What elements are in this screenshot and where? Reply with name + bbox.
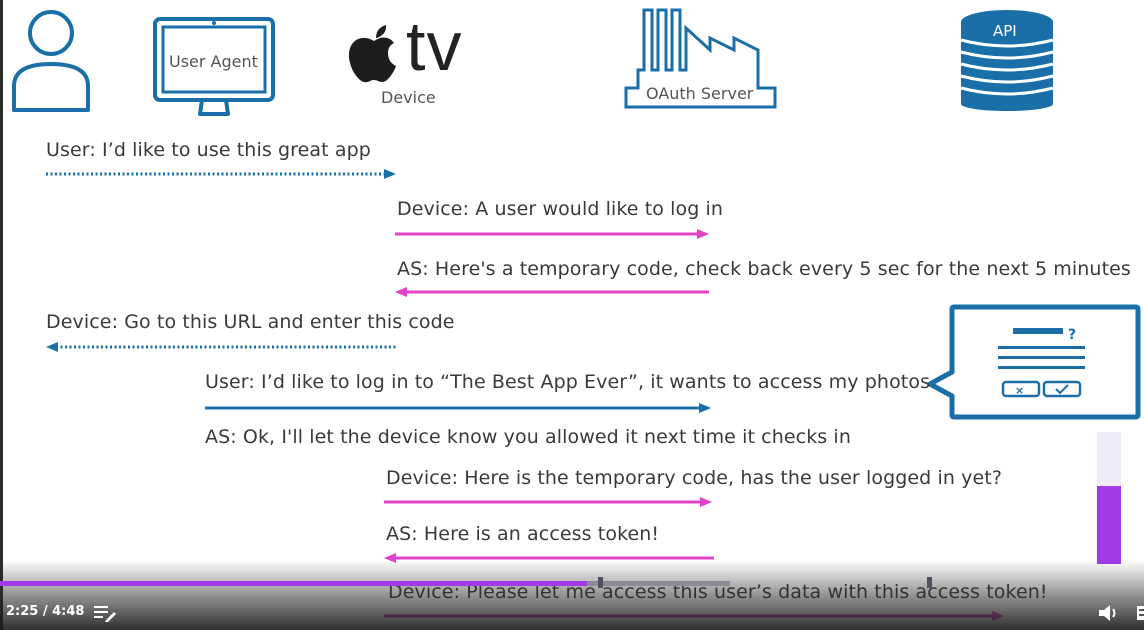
arrow-device-poll bbox=[384, 496, 714, 508]
apple-logo-icon bbox=[348, 25, 396, 83]
message-as-temp-code: AS: Here's a temporary code, check back … bbox=[397, 258, 1131, 280]
oauth-server-actor: OAuth Server bbox=[622, 0, 782, 112]
user-agent-actor: User Agent bbox=[152, 0, 278, 120]
user-agent-label: User Agent bbox=[169, 52, 258, 71]
video-left-border bbox=[0, 0, 3, 630]
login-form-icon: ? × bbox=[927, 304, 1141, 420]
arrow-user-to-device bbox=[46, 168, 398, 180]
arrow-device-to-as bbox=[395, 228, 711, 240]
arrow-as-token bbox=[384, 552, 716, 564]
message-user-request: User: I’d like to use this great app bbox=[46, 139, 371, 161]
volume-level-fill bbox=[1097, 486, 1121, 564]
arrow-device-to-api bbox=[384, 610, 1006, 622]
volume-slider[interactable] bbox=[1097, 432, 1121, 564]
arrow-user-to-as bbox=[205, 402, 713, 414]
settings-icon[interactable] bbox=[1137, 604, 1144, 626]
login-form-card: ? × bbox=[926, 304, 1142, 426]
message-as-token: AS: Here is an access token! bbox=[386, 523, 660, 545]
arrow-as-to-device bbox=[395, 286, 711, 298]
svg-text:?: ? bbox=[1068, 327, 1076, 343]
user-actor bbox=[10, 0, 92, 112]
message-device-go-url: Device: Go to this URL and enter this co… bbox=[46, 311, 455, 333]
time-display: 2:25 / 4:48 bbox=[6, 604, 85, 619]
message-user-login: User: I’d like to log in to “The Best Ap… bbox=[205, 371, 931, 393]
chapter-marker bbox=[598, 577, 603, 588]
arrow-device-to-user bbox=[46, 341, 398, 353]
message-device-poll: Device: Here is the temporary code, has … bbox=[386, 467, 1003, 489]
playlist-icon[interactable] bbox=[94, 604, 118, 626]
device-brand-text: tv bbox=[406, 7, 463, 85]
chapter-marker bbox=[927, 577, 932, 588]
message-as-ok: AS: Ok, I'll let the device know you all… bbox=[205, 426, 851, 448]
device-label: Device bbox=[381, 88, 436, 107]
database-stack-icon bbox=[960, 10, 1054, 111]
seek-bar-played bbox=[0, 581, 587, 586]
user-person-icon bbox=[12, 10, 90, 112]
volume-icon[interactable] bbox=[1099, 604, 1121, 626]
svg-text:×: × bbox=[1015, 384, 1024, 397]
api-actor: API bbox=[958, 0, 1058, 112]
api-label: API bbox=[993, 22, 1017, 40]
oauth-server-label: OAuth Server bbox=[646, 84, 754, 103]
message-device-login: Device: A user would like to log in bbox=[397, 198, 724, 220]
